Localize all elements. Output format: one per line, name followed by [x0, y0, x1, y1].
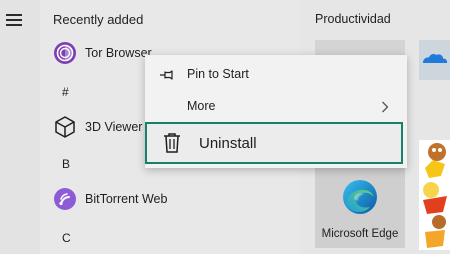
letter-header-hash[interactable]: # — [62, 85, 69, 99]
cloud-icon — [423, 53, 448, 63]
app-label: Tor Browser — [85, 46, 152, 60]
app-label: BitTorrent Web — [85, 192, 168, 206]
3d-viewer-icon — [53, 115, 77, 139]
app-label: 3D Viewer — [85, 120, 143, 134]
tile-cartoon-app[interactable] — [419, 140, 450, 250]
edge-icon — [343, 180, 377, 214]
tile-onedrive[interactable] — [419, 40, 450, 80]
tile-group-title[interactable]: Productividad — [315, 12, 391, 26]
hamburger-menu-icon[interactable] — [6, 14, 22, 26]
tile-microsoft-edge[interactable]: Microsoft Edge — [315, 161, 405, 248]
menu-label: Uninstall — [199, 134, 257, 152]
menu-item-more[interactable]: More — [145, 91, 407, 121]
menu-label: More — [187, 99, 216, 113]
cartoon-illustration-icon — [423, 143, 447, 248]
chevron-right-icon — [381, 100, 389, 118]
letter-header-b[interactable]: B — [62, 157, 70, 171]
bittorrent-web-icon — [53, 187, 77, 211]
menu-label: Pin to Start — [187, 67, 249, 81]
letter-header-c[interactable]: C — [62, 231, 71, 245]
menu-item-pin-to-start[interactable]: Pin to Start — [145, 59, 407, 89]
left-rail — [0, 0, 40, 254]
trash-icon — [163, 132, 181, 154]
pin-icon — [159, 68, 175, 80]
context-menu: Pin to Start More Uninstall — [145, 55, 407, 168]
tile-label: Microsoft Edge — [321, 228, 399, 240]
menu-item-uninstall[interactable]: Uninstall — [145, 122, 403, 164]
tor-browser-icon — [53, 41, 77, 65]
recently-added-header: Recently added — [53, 12, 144, 27]
app-item-bittorrent-web[interactable]: BitTorrent Web — [53, 186, 293, 212]
